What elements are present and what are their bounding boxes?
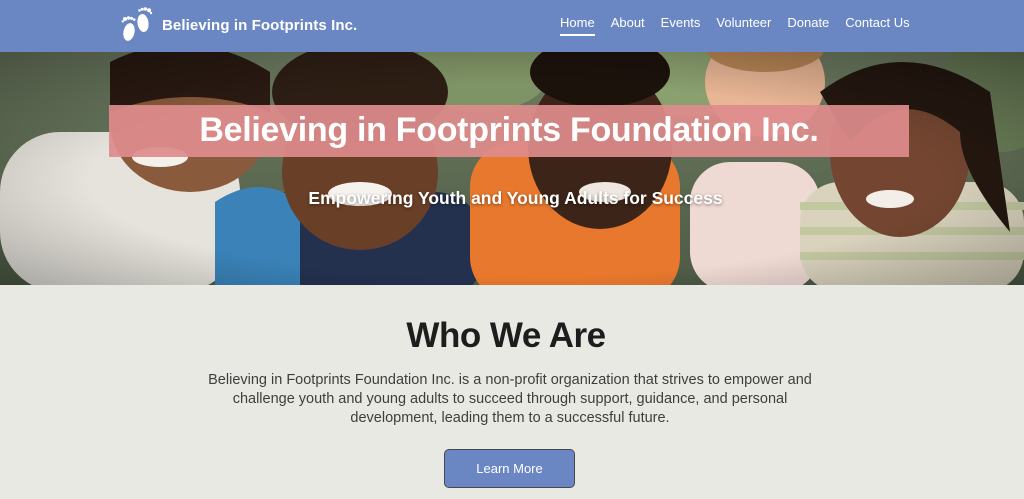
hero-photo xyxy=(0,52,1024,285)
nav-about[interactable]: About xyxy=(611,15,645,36)
nav-volunteer[interactable]: Volunteer xyxy=(716,15,771,36)
site-header: Believing in Footprints Inc. Home About … xyxy=(0,0,1024,52)
nav-home[interactable]: Home xyxy=(560,15,595,36)
brand-name: Believing in Footprints Inc. xyxy=(162,16,358,34)
section-heading: Who We Are xyxy=(406,316,606,355)
section-description: Believing in Footprints Foundation Inc. … xyxy=(208,372,812,426)
brand[interactable]: Believing in Footprints Inc. xyxy=(119,5,357,45)
nav-events[interactable]: Events xyxy=(661,15,701,36)
hero-title: Believing in Footprints Foundation Inc. xyxy=(199,111,819,149)
main-nav: Home About Events Volunteer Donate Conta… xyxy=(560,15,926,36)
learn-more-button[interactable]: Learn More xyxy=(444,449,575,488)
footprints-icon xyxy=(121,7,153,41)
who-we-are-section: Who We Are Believing in Footprints Found… xyxy=(0,285,1024,499)
hero-banner: Believing in Footprints Foundation Inc. … xyxy=(0,52,1024,285)
hero-subtitle: Empowering Youth and Young Adults for Su… xyxy=(308,188,723,208)
nav-contact-us[interactable]: Contact Us xyxy=(845,15,909,36)
nav-donate[interactable]: Donate xyxy=(787,15,829,36)
